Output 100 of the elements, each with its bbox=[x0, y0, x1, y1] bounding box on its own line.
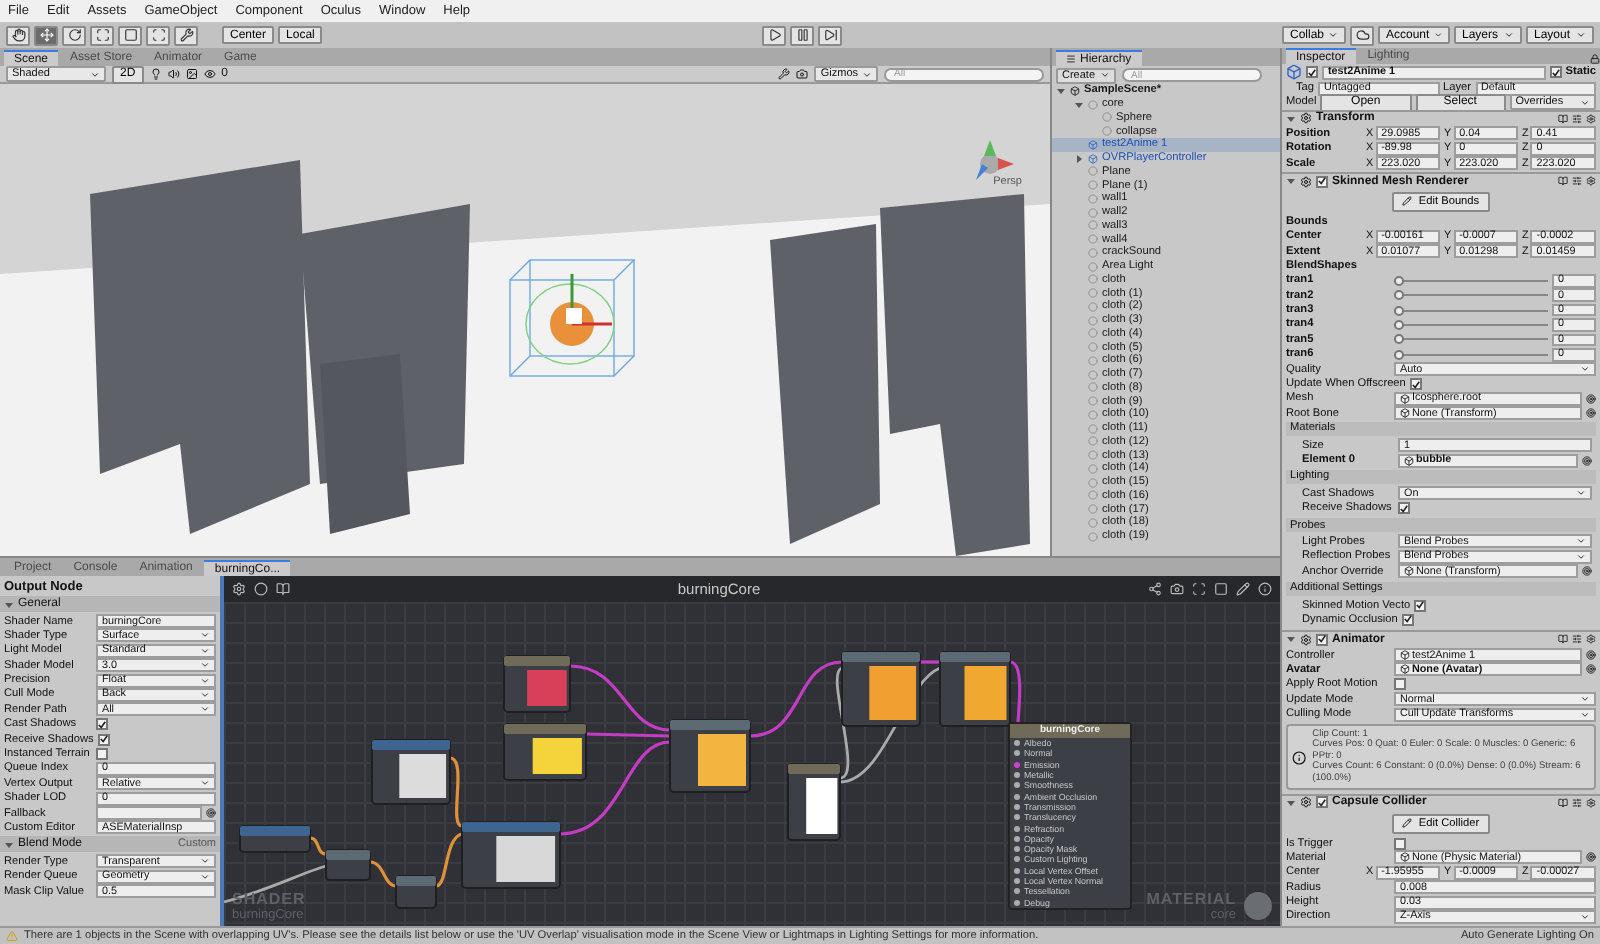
camera-icon[interactable] bbox=[796, 68, 809, 80]
settings-icon[interactable] bbox=[1586, 797, 1596, 808]
expanded-arrow-icon[interactable] bbox=[1074, 99, 1084, 110]
graph-node[interactable] bbox=[669, 719, 751, 793]
preset-icon[interactable] bbox=[1572, 176, 1582, 187]
preset-icon[interactable] bbox=[1572, 113, 1582, 124]
object-picker-icon[interactable] bbox=[1582, 566, 1592, 577]
eye-icon[interactable] bbox=[203, 68, 216, 80]
checkbox[interactable] bbox=[97, 733, 110, 746]
slider-thumb[interactable] bbox=[1394, 275, 1404, 286]
settings-icon[interactable] bbox=[232, 582, 246, 596]
checkbox[interactable] bbox=[1394, 678, 1406, 691]
help-icon[interactable] bbox=[1558, 176, 1568, 187]
step-button[interactable] bbox=[818, 25, 843, 45]
tool-button[interactable] bbox=[90, 25, 114, 45]
audio-icon[interactable] bbox=[167, 68, 180, 80]
slider-track[interactable] bbox=[1394, 274, 1548, 287]
cube-icon bbox=[1286, 64, 1302, 81]
component-icon bbox=[1300, 175, 1312, 188]
tool-button[interactable] bbox=[174, 25, 198, 45]
tool-button[interactable] bbox=[6, 25, 30, 45]
object-picker-icon[interactable] bbox=[1582, 455, 1592, 465]
caret-icon bbox=[1580, 911, 1590, 922]
cube-icon bbox=[1400, 852, 1410, 863]
brush-icon[interactable] bbox=[1236, 582, 1250, 596]
slider-track[interactable] bbox=[1394, 289, 1548, 302]
collapsed-arrow-icon[interactable] bbox=[1074, 153, 1084, 164]
graph-node[interactable] bbox=[239, 825, 311, 853]
settings-icon[interactable] bbox=[1586, 634, 1596, 645]
circle-icon[interactable] bbox=[254, 582, 268, 596]
object-field[interactable] bbox=[96, 806, 202, 821]
expanded-arrow-icon[interactable] bbox=[1286, 634, 1296, 645]
lock-icon[interactable] bbox=[1590, 54, 1600, 64]
expanded-arrow-icon[interactable] bbox=[1286, 113, 1296, 124]
focus-icon[interactable] bbox=[1192, 582, 1206, 596]
expanded-arrow-icon[interactable] bbox=[4, 839, 14, 850]
preset-icon[interactable] bbox=[1572, 797, 1582, 808]
pause-button[interactable] bbox=[790, 25, 815, 45]
tool-button[interactable] bbox=[62, 25, 86, 45]
settings-icon[interactable] bbox=[1586, 176, 1596, 187]
object-picker-icon[interactable] bbox=[1586, 852, 1596, 863]
graph-node[interactable] bbox=[325, 849, 371, 881]
graph-node[interactable] bbox=[371, 739, 451, 805]
graph-node[interactable] bbox=[503, 723, 587, 781]
checkbox[interactable] bbox=[1409, 378, 1422, 391]
share-icon[interactable] bbox=[1148, 582, 1162, 596]
graph-node[interactable] bbox=[939, 651, 1011, 727]
checkbox[interactable] bbox=[96, 748, 108, 761]
expanded-arrow-icon[interactable] bbox=[1056, 85, 1066, 96]
graph-node[interactable] bbox=[787, 763, 841, 841]
graph-node[interactable] bbox=[503, 655, 571, 713]
caret-icon bbox=[1328, 30, 1338, 40]
slider-thumb[interactable] bbox=[1394, 334, 1404, 345]
settings-icon[interactable] bbox=[1586, 113, 1596, 124]
slider-thumb[interactable] bbox=[1394, 349, 1404, 360]
tool-button[interactable] bbox=[118, 25, 142, 45]
checkbox[interactable] bbox=[1398, 502, 1410, 515]
help-icon[interactable] bbox=[1558, 797, 1568, 808]
checkbox[interactable] bbox=[1394, 837, 1406, 850]
play-button[interactable] bbox=[762, 25, 787, 45]
caret-icon bbox=[1433, 30, 1442, 40]
slider-track[interactable] bbox=[1394, 304, 1548, 317]
step-icon bbox=[823, 28, 838, 42]
light-icon[interactable] bbox=[149, 68, 162, 80]
graph-node[interactable] bbox=[461, 821, 561, 889]
expanded-arrow-icon[interactable] bbox=[4, 599, 14, 609]
wrench-icon bbox=[179, 28, 193, 42]
cube-icon bbox=[1400, 408, 1410, 419]
frame-icon[interactable] bbox=[1214, 582, 1228, 596]
info-icon[interactable] bbox=[1258, 582, 1272, 596]
slider-thumb[interactable] bbox=[1394, 305, 1404, 316]
expanded-arrow-icon[interactable] bbox=[1286, 797, 1296, 808]
camera-icon[interactable] bbox=[1170, 582, 1184, 596]
slider-track[interactable] bbox=[1394, 348, 1548, 361]
checkbox[interactable] bbox=[1316, 633, 1328, 646]
help-icon[interactable] bbox=[1558, 113, 1568, 124]
book-icon[interactable] bbox=[276, 582, 290, 596]
checkbox[interactable] bbox=[1316, 175, 1328, 188]
checkbox[interactable] bbox=[1401, 613, 1414, 626]
graph-node[interactable] bbox=[841, 651, 921, 727]
image-icon[interactable] bbox=[185, 68, 198, 80]
checkbox[interactable] bbox=[1414, 599, 1427, 612]
pause-icon bbox=[795, 28, 810, 42]
preset-icon[interactable] bbox=[1572, 634, 1582, 645]
graph-node[interactable] bbox=[395, 875, 437, 909]
checkbox[interactable] bbox=[1306, 66, 1318, 79]
slider-thumb[interactable] bbox=[1394, 290, 1404, 301]
slider-track[interactable] bbox=[1394, 333, 1548, 346]
expanded-arrow-icon[interactable] bbox=[1286, 176, 1296, 187]
object-picker-icon[interactable] bbox=[206, 808, 216, 819]
checkbox[interactable] bbox=[1316, 796, 1328, 809]
checkbox[interactable] bbox=[1549, 66, 1562, 79]
wrench-icon[interactable] bbox=[778, 68, 791, 80]
slider-thumb[interactable] bbox=[1394, 319, 1404, 330]
tool-button[interactable] bbox=[34, 25, 58, 45]
help-icon[interactable] bbox=[1558, 634, 1568, 645]
connection-wire bbox=[435, 832, 463, 888]
slider-track[interactable] bbox=[1394, 318, 1548, 331]
checkbox[interactable] bbox=[96, 718, 108, 731]
cloud-button[interactable] bbox=[1350, 25, 1374, 45]
